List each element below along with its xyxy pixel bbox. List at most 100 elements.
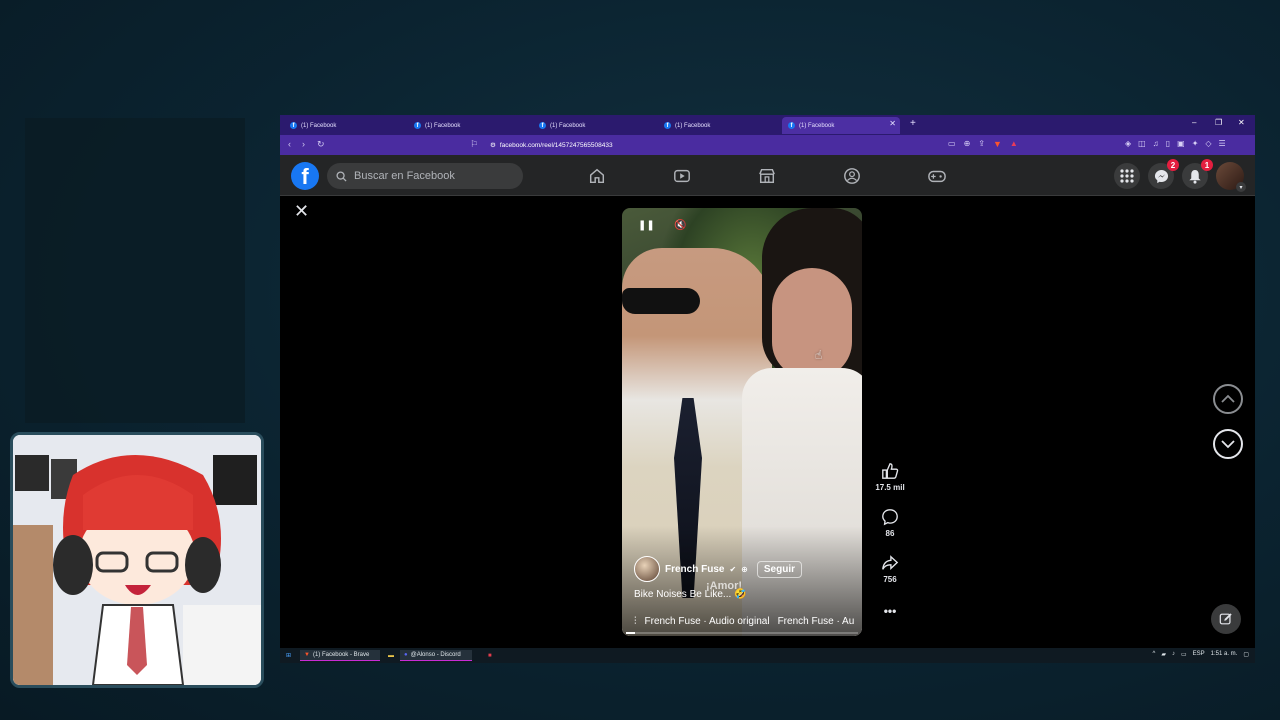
comment-button[interactable]: 86 bbox=[865, 508, 915, 538]
brave-rewards-icon[interactable]: ▲ bbox=[1010, 139, 1018, 149]
reel-video[interactable]: ❚❚ 🔇 ☝ French Fuse ✔ ⊕ Seguir ¡Amor! Bik… bbox=[622, 208, 862, 636]
compose-button[interactable] bbox=[1211, 604, 1241, 634]
display-icon[interactable]: ▭ bbox=[1181, 651, 1187, 658]
messenger-badge: 2 bbox=[1167, 159, 1179, 171]
extension-icon[interactable]: ◈ bbox=[1125, 139, 1131, 148]
back-icon[interactable]: ‹ bbox=[288, 139, 291, 149]
close-window-icon[interactable]: ✕ bbox=[1238, 118, 1245, 127]
mute-icon[interactable]: 🔇 bbox=[674, 220, 686, 231]
more-options-button[interactable]: ••• bbox=[865, 604, 915, 618]
windows-start-icon[interactable]: ⊞ bbox=[282, 650, 295, 661]
marketplace-nav[interactable] bbox=[756, 165, 778, 187]
zoom-icon[interactable]: ⊕ bbox=[964, 139, 971, 149]
video-nav[interactable] bbox=[671, 165, 693, 187]
notifications-badge: 1 bbox=[1201, 159, 1213, 171]
clock[interactable]: 1:51 a. m. bbox=[1211, 651, 1238, 658]
webcam-overlay bbox=[10, 432, 264, 688]
taskbar-item-discord[interactable]: ● @Alonso - Discord bbox=[400, 650, 472, 661]
taskbar-item-label: @Alonso - Discord bbox=[410, 652, 461, 658]
tab-bar: f (1) Facebook f (1) Facebook f (1) Faceboo… bbox=[280, 115, 1255, 135]
like-count: 17.5 mil bbox=[875, 483, 905, 492]
tab-close-icon[interactable]: ✕ bbox=[889, 119, 896, 128]
chevron-up-icon bbox=[1221, 394, 1235, 403]
menu-icon[interactable]: ☰ bbox=[1219, 139, 1226, 148]
extension-icons: ◈ ◫ ♫ ▯ ▣ ✦ ◇ ☰ bbox=[1125, 139, 1226, 148]
reel-audio[interactable]: ⫶ French Fuse · Audio original French Fu… bbox=[634, 616, 859, 627]
search-input[interactable]: Buscar en Facebook bbox=[327, 163, 523, 189]
browser-tab[interactable]: f (1) Facebook bbox=[658, 117, 776, 134]
notifications-button[interactable]: 1 bbox=[1182, 159, 1213, 189]
video-woman-face bbox=[772, 268, 852, 378]
browser-tab[interactable]: f (1) Facebook bbox=[533, 117, 651, 134]
like-button[interactable]: 17.5 mil bbox=[865, 462, 915, 492]
background-panel bbox=[25, 118, 245, 423]
share-button[interactable]: 756 bbox=[865, 554, 915, 584]
search-placeholder: Buscar en Facebook bbox=[354, 170, 455, 182]
close-reel-icon[interactable]: ✕ bbox=[294, 202, 309, 220]
language-indicator[interactable]: ESP bbox=[1193, 651, 1205, 658]
facebook-logo[interactable]: f bbox=[291, 162, 319, 190]
tab-title: (1) Facebook bbox=[799, 122, 835, 129]
music-icon[interactable]: ♫ bbox=[1153, 139, 1159, 148]
taskbar: ⊞ ▼ (1) Facebook - Brave ▬ ● @Alonso - D… bbox=[280, 648, 1255, 663]
groups-nav[interactable] bbox=[841, 165, 863, 187]
search-icon bbox=[336, 170, 347, 182]
creator-avatar[interactable] bbox=[634, 556, 660, 582]
facebook-favicon-icon: f bbox=[290, 122, 297, 129]
address-bar: ‹ › ↻ ⚐ ⚙ facebook.com/reel/145724756550… bbox=[280, 135, 1255, 155]
share-icon[interactable]: ⇪ bbox=[978, 139, 985, 149]
browser-tab-active[interactable]: f (1) Facebook ✕ bbox=[782, 117, 900, 134]
chevron-up-icon[interactable]: ^ bbox=[1153, 651, 1156, 658]
more-dots-icon: ••• bbox=[883, 604, 897, 618]
forward-icon[interactable]: › bbox=[302, 139, 305, 149]
vpn-icon[interactable]: ◇ bbox=[1205, 139, 1211, 148]
video-progress-bar[interactable] bbox=[626, 632, 858, 634]
messenger-button[interactable]: 2 bbox=[1148, 159, 1179, 189]
previous-reel-button[interactable] bbox=[1213, 384, 1243, 414]
cast-icon[interactable]: ▭ bbox=[948, 139, 956, 149]
audio-text: French Fuse · Audio original bbox=[644, 616, 770, 627]
brave-shield-icon[interactable]: ▼ bbox=[993, 139, 1002, 149]
follow-button[interactable]: Seguir bbox=[756, 560, 802, 578]
facebook-favicon-icon: f bbox=[664, 122, 671, 129]
pause-icon[interactable]: ❚❚ bbox=[638, 220, 655, 231]
notification-center-icon[interactable]: ▢ bbox=[1243, 651, 1249, 658]
menu-button[interactable] bbox=[1114, 163, 1140, 189]
browser-tab[interactable]: f (1) Facebook bbox=[284, 117, 402, 134]
reload-icon[interactable]: ↻ bbox=[317, 139, 325, 150]
video-icon bbox=[674, 169, 690, 183]
extension-icon[interactable]: ◫ bbox=[1138, 139, 1146, 148]
new-tab-icon[interactable]: + bbox=[910, 118, 916, 129]
network-icon[interactable]: ▰ bbox=[1161, 651, 1166, 658]
minimize-icon[interactable]: – bbox=[1192, 118, 1196, 127]
profile-avatar[interactable]: ▾ bbox=[1216, 162, 1246, 192]
verified-icon: ✔ bbox=[729, 564, 737, 574]
facebook-favicon-icon: f bbox=[788, 122, 795, 129]
audio-waveform-icon: ⫶ bbox=[634, 616, 637, 627]
facebook-header: f Buscar en Facebook 2 1 ▾ bbox=[280, 155, 1255, 196]
creator-name[interactable]: French Fuse bbox=[665, 564, 724, 575]
bookmark-icon[interactable]: ⚐ bbox=[470, 139, 478, 150]
extension-icon[interactable]: ✦ bbox=[1192, 139, 1199, 148]
sidebar-icon[interactable]: ▯ bbox=[1166, 139, 1170, 148]
comment-count: 86 bbox=[885, 529, 895, 538]
browser-tab[interactable]: f (1) Facebook bbox=[408, 117, 526, 134]
app-icon[interactable]: ■ bbox=[484, 650, 496, 661]
volume-icon[interactable]: ♪ bbox=[1172, 651, 1175, 658]
comment-icon bbox=[882, 509, 898, 526]
home-icon bbox=[589, 168, 605, 184]
next-reel-button[interactable] bbox=[1213, 429, 1243, 459]
site-info-icon[interactable]: ⚙ bbox=[490, 141, 496, 149]
wallet-icon[interactable]: ▣ bbox=[1177, 139, 1185, 148]
gaming-nav[interactable] bbox=[926, 165, 948, 187]
chevron-down-icon: ▾ bbox=[1236, 182, 1246, 192]
maximize-icon[interactable]: ❐ bbox=[1215, 118, 1222, 127]
file-explorer-icon[interactable]: ▬ bbox=[384, 650, 398, 661]
facebook-favicon-icon: f bbox=[414, 122, 421, 129]
share-count: 756 bbox=[883, 575, 897, 584]
facebook-favicon-icon: f bbox=[539, 122, 546, 129]
home-nav[interactable] bbox=[586, 165, 608, 187]
taskbar-item-brave[interactable]: ▼ (1) Facebook - Brave bbox=[300, 650, 380, 661]
chevron-down-icon bbox=[1221, 440, 1235, 449]
bell-icon bbox=[1189, 169, 1201, 184]
